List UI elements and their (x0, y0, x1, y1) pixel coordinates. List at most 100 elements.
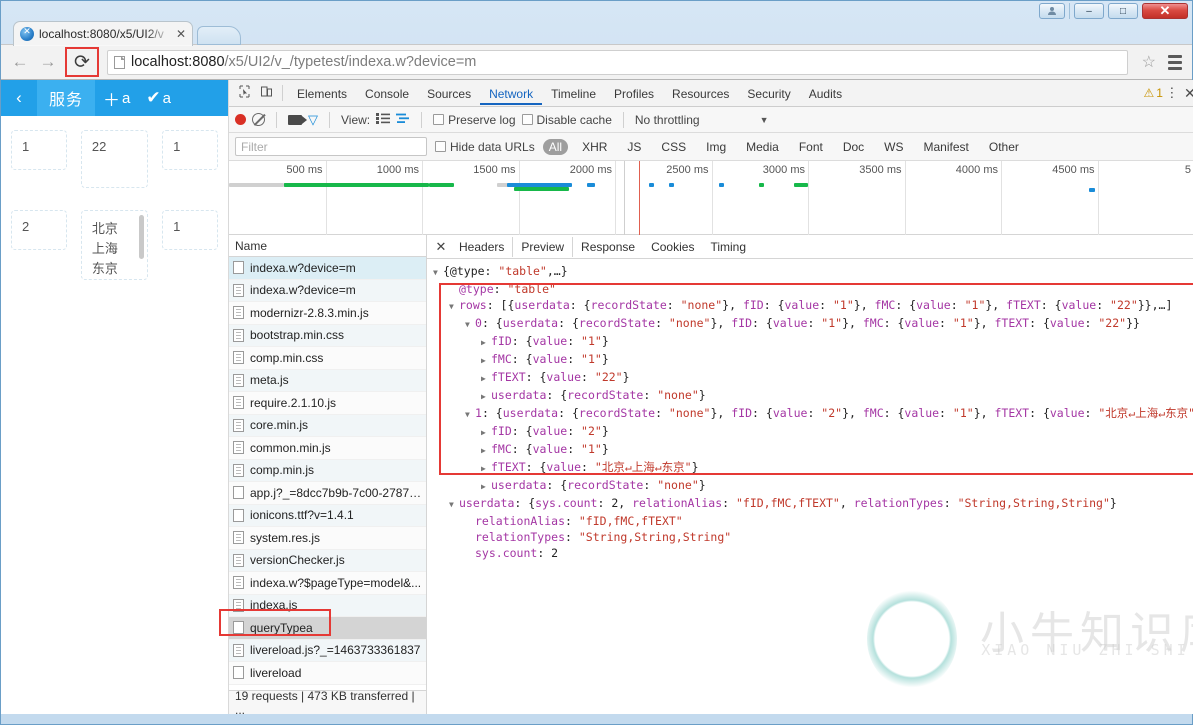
json-line[interactable]: ▼{@type: "table",…} (433, 263, 1193, 281)
detail-tab-headers[interactable]: Headers (451, 237, 512, 257)
clear-button[interactable] (252, 113, 265, 126)
disclosure-triangle-icon[interactable]: ▼ (465, 317, 475, 333)
type-filter-js[interactable]: JS (621, 139, 647, 155)
request-list[interactable]: indexa.w?device=mindexa.w?device=mmodern… (229, 257, 426, 690)
json-line[interactable]: ▼1: {userdata: {recordState: "none"}, fI… (433, 405, 1193, 423)
json-line[interactable]: relationTypes: "String,String,String" (433, 529, 1193, 545)
disclosure-triangle-icon[interactable]: ▶ (481, 443, 491, 459)
json-line[interactable]: ▶fID: {value: "1"} (433, 333, 1193, 351)
preserve-log-checkbox[interactable]: Preserve log (433, 113, 515, 127)
browser-tab[interactable]: localhost:8080/x5/UI2/v ✕ (13, 21, 193, 46)
json-line[interactable]: ▶fID: {value: "2"} (433, 423, 1193, 441)
json-line[interactable]: ▶userdata: {recordState: "none"} (433, 387, 1193, 405)
disclosure-triangle-icon[interactable]: ▶ (481, 461, 491, 477)
tab-resources[interactable]: Resources (663, 82, 738, 105)
json-line[interactable]: relationAlias: "fID,fMC,fTEXT" (433, 513, 1193, 529)
tab-network[interactable]: Network (480, 82, 542, 105)
back-button[interactable]: ← (7, 49, 33, 75)
throttling-select[interactable]: No throttling ▼ (635, 113, 769, 127)
request-row[interactable]: bootstrap.min.css (229, 325, 426, 348)
user-profile-button[interactable] (1039, 3, 1065, 19)
field-mc-0[interactable]: 22 (81, 130, 148, 188)
network-overview-timeline[interactable]: 500 ms1000 ms1500 ms2000 ms2500 ms3000 m… (229, 161, 1193, 235)
json-line[interactable]: ▶fMC: {value: "1"} (433, 441, 1193, 459)
tab-elements[interactable]: Elements (288, 82, 356, 105)
filter-input[interactable]: Filter (235, 137, 427, 156)
request-row[interactable]: indexa.w?device=m (229, 280, 426, 303)
request-row[interactable]: core.min.js (229, 415, 426, 438)
app-add-button[interactable]: ＋ a (95, 86, 138, 111)
tab-profiles[interactable]: Profiles (605, 82, 663, 105)
detail-tab-cookies[interactable]: Cookies (643, 237, 702, 257)
disclosure-triangle-icon[interactable]: ▶ (481, 479, 491, 495)
app-confirm-button[interactable]: ✔ a (138, 88, 179, 108)
request-row[interactable]: require.2.1.10.js (229, 392, 426, 415)
disclosure-triangle-icon[interactable]: ▶ (481, 353, 491, 369)
json-line[interactable]: ▼userdata: {sys.count: 2, relationAlias:… (433, 495, 1193, 513)
detail-tab-preview[interactable]: Preview (512, 237, 573, 257)
inspect-element-icon[interactable] (233, 85, 255, 101)
address-bar[interactable]: localhost:8080/x5/UI2/v_/typetest/indexa… (107, 50, 1128, 75)
request-row[interactable]: livereload (229, 662, 426, 685)
list-view-icon[interactable] (376, 112, 390, 127)
warning-badge[interactable]: ⚠ 1 (1143, 86, 1162, 100)
request-row[interactable]: system.res.js (229, 527, 426, 550)
field-id-1[interactable]: 2 (11, 210, 67, 250)
capture-screenshots-icon[interactable] (288, 115, 302, 125)
request-row[interactable]: comp.min.js (229, 460, 426, 483)
request-row[interactable]: app.j?_=8dcc7b9b-7c00-2787-f... (229, 482, 426, 505)
json-line[interactable]: ▼0: {userdata: {recordState: "none"}, fI… (433, 315, 1193, 333)
tab-security[interactable]: Security (738, 82, 799, 105)
detail-tab-response[interactable]: Response (573, 237, 643, 257)
json-preview-tree[interactable]: 小牛知识库 XIAO NIU ZHI SHI KU ▼{@type: "tabl… (427, 259, 1193, 714)
json-line[interactable]: ▶fTEXT: {value: "22"} (433, 369, 1193, 387)
field-id-0[interactable]: 1 (11, 130, 67, 170)
hide-data-urls-checkbox[interactable]: Hide data URLs (435, 140, 535, 154)
type-filter-all[interactable]: All (543, 139, 568, 155)
bookmark-star-icon[interactable]: ☆ (1136, 52, 1162, 72)
field-text-0[interactable]: 1 (162, 130, 218, 170)
json-line[interactable]: ▶fMC: {value: "1"} (433, 351, 1193, 369)
close-button[interactable]: ✕ (1142, 3, 1188, 19)
type-filter-css[interactable]: CSS (655, 139, 692, 155)
detail-tab-timing[interactable]: Timing (702, 237, 754, 257)
detail-close-icon[interactable]: ✕ (431, 239, 451, 255)
type-filter-doc[interactable]: Doc (837, 139, 870, 155)
json-line[interactable]: sys.count: 2 (433, 545, 1193, 561)
tab-close-icon[interactable]: ✕ (176, 27, 186, 41)
waterfall-view-icon[interactable] (396, 112, 410, 127)
filter-funnel-icon[interactable]: ▽ (308, 112, 318, 128)
app-back-button[interactable]: ‹ (1, 88, 37, 108)
disable-cache-checkbox[interactable]: Disable cache (522, 113, 612, 127)
maximize-button[interactable]: □ (1108, 3, 1138, 19)
field-mc-1[interactable]: 北京上海东京 (81, 210, 148, 280)
disclosure-triangle-icon[interactable]: ▼ (433, 265, 443, 281)
request-row[interactable]: indexa.w?$pageType=model&... (229, 572, 426, 595)
field-text-1[interactable]: 1 (162, 210, 218, 250)
disclosure-triangle-icon[interactable]: ▶ (481, 335, 491, 351)
request-row[interactable]: ionicons.ttf?v=1.4.1 (229, 505, 426, 528)
devtools-more-icon[interactable]: ⋮ (1165, 85, 1179, 101)
request-row[interactable]: versionChecker.js (229, 550, 426, 573)
json-line[interactable]: ▼rows: [{userdata: {recordState: "none"}… (433, 297, 1193, 315)
request-row[interactable]: meta.js (229, 370, 426, 393)
textarea-scrollbar[interactable] (139, 215, 144, 259)
request-list-header[interactable]: Name (229, 235, 426, 257)
type-filter-img[interactable]: Img (700, 139, 732, 155)
tab-audits[interactable]: Audits (800, 82, 851, 105)
type-filter-xhr[interactable]: XHR (576, 139, 613, 155)
disclosure-triangle-icon[interactable]: ▼ (449, 299, 459, 315)
minimize-button[interactable]: – (1074, 3, 1104, 19)
devtools-close-icon[interactable]: ✕ (1181, 85, 1193, 102)
request-row[interactable]: comp.min.css (229, 347, 426, 370)
record-button[interactable] (235, 114, 246, 125)
new-tab-button[interactable] (197, 26, 241, 45)
json-line[interactable]: ▶fTEXT: {value: "北京↵上海↵东京"} (433, 459, 1193, 477)
type-filter-other[interactable]: Other (983, 139, 1025, 155)
request-row[interactable]: livereload.js?_=1463733361837 (229, 640, 426, 663)
type-filter-font[interactable]: Font (793, 139, 829, 155)
request-row[interactable]: indexa.js (229, 595, 426, 618)
request-row[interactable]: queryTypea (229, 617, 426, 640)
tab-timeline[interactable]: Timeline (542, 82, 605, 105)
type-filter-ws[interactable]: WS (878, 139, 909, 155)
